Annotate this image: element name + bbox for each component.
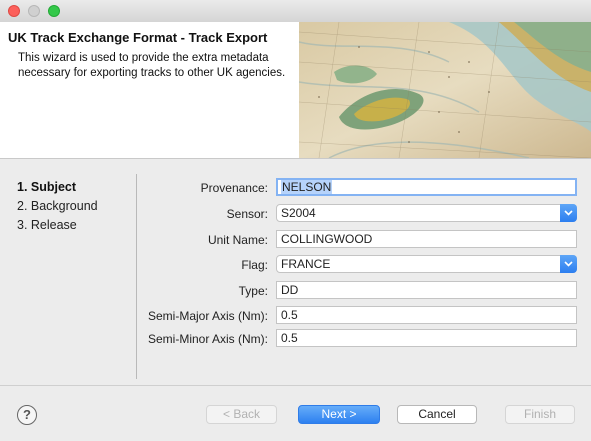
provenance-input[interactable]: NELSON [276, 178, 577, 196]
minimize-window-button[interactable] [28, 5, 40, 17]
wizard-description: This wizard is used to provide the extra… [18, 52, 286, 79]
back-button[interactable]: < Back [206, 405, 277, 424]
chevron-down-icon[interactable] [560, 204, 577, 222]
type-input[interactable]: DD [276, 281, 577, 299]
sensor-value: S2004 [281, 206, 316, 220]
next-button[interactable]: Next > [298, 405, 380, 424]
unit-name-label: Unit Name: [207, 233, 268, 247]
semi-minor-label: Semi-Minor Axis (Nm): [147, 332, 268, 346]
semi-major-input[interactable]: 0.5 [276, 306, 577, 324]
chevron-down-icon[interactable] [560, 255, 577, 273]
sensor-select[interactable]: S2004 [276, 204, 577, 222]
title-bar [0, 0, 591, 23]
semi-major-label: Semi-Major Axis (Nm): [147, 309, 268, 323]
cancel-button[interactable]: Cancel [397, 405, 477, 424]
wizard-title: UK Track Exchange Format - Track Export [8, 30, 268, 45]
step-release[interactable]: 3. Release [17, 218, 77, 232]
step-background[interactable]: 2. Background [17, 199, 98, 213]
maximize-window-button[interactable] [48, 5, 60, 17]
unit-name-input[interactable]: COLLINGWOOD [276, 230, 577, 248]
close-window-button[interactable] [8, 5, 20, 17]
wizard-steps: 1. Subject 2. Background 3. Release [0, 159, 136, 379]
semi-minor-input[interactable]: 0.5 [276, 329, 577, 347]
finish-button[interactable]: Finish [505, 405, 575, 424]
provenance-value: NELSON [281, 180, 333, 194]
nautical-chart-image [299, 22, 591, 158]
wizard-header: UK Track Exchange Format - Track Export … [0, 22, 591, 159]
flag-select[interactable]: FRANCE [276, 255, 577, 273]
help-icon[interactable]: ? [17, 405, 37, 425]
flag-label: Flag: [241, 258, 268, 272]
wizard-window: UK Track Exchange Format - Track Export … [0, 0, 591, 441]
step-subject[interactable]: 1. Subject [17, 180, 76, 194]
flag-value: FRANCE [281, 257, 331, 271]
footer-divider [0, 385, 591, 386]
sensor-label: Sensor: [226, 207, 268, 221]
steps-divider [136, 174, 137, 379]
provenance-label: Provenance: [200, 181, 268, 195]
type-label: Type: [238, 284, 268, 298]
